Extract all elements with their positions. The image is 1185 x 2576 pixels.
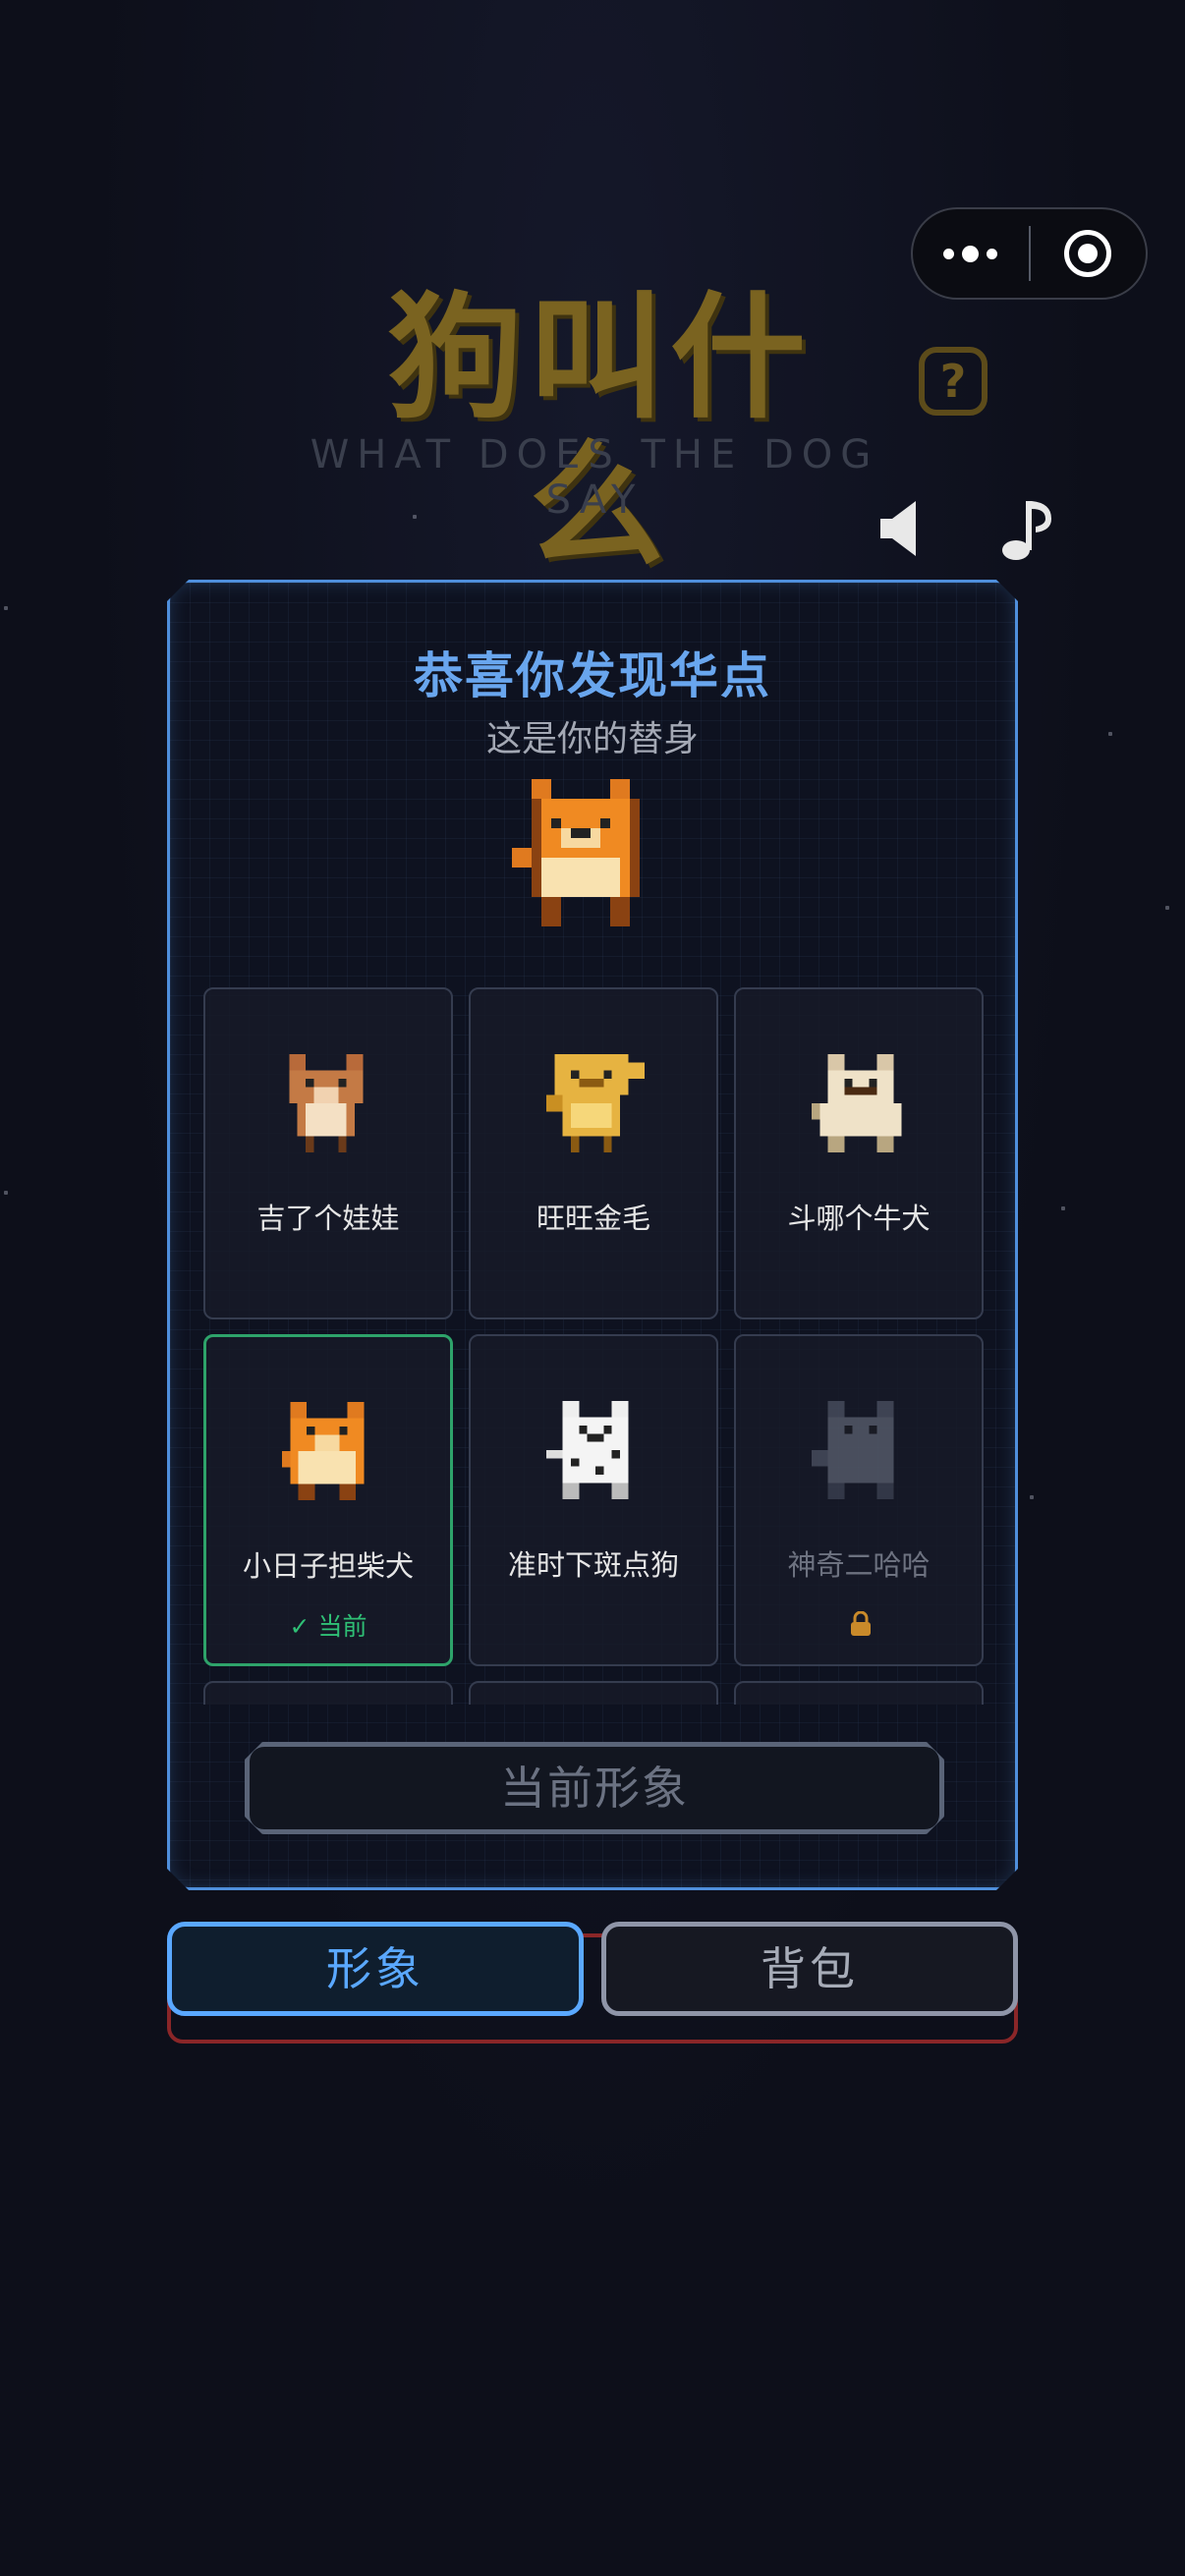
star: [1030, 1495, 1034, 1499]
character-grid: 吉了个娃娃 旺旺金毛 斗哪个牛犬 小日子担柴犬 ✓ 当前 准时下斑点狗 神奇二哈…: [203, 987, 989, 1705]
target-circle-icon: [1064, 230, 1112, 277]
help-button[interactable]: ?: [919, 347, 988, 416]
mini-program-capsule: [911, 207, 1148, 300]
character-name: 旺旺金毛: [536, 1202, 650, 1235]
more-button[interactable]: [913, 209, 1029, 298]
dalmatian-sprite: [546, 1401, 645, 1499]
star: [1061, 1206, 1065, 1210]
character-card[interactable]: 斗哪个牛犬: [734, 987, 984, 1319]
character-card[interactable]: 准时下斑点狗: [469, 1334, 718, 1666]
shiba-sprite: [282, 1402, 380, 1500]
more-dots-icon: [943, 245, 998, 262]
star: [4, 606, 8, 610]
chihuahua-sprite: [281, 1054, 379, 1152]
avatar-panel: 恭喜你发现华点 这是你的替身 吉了个娃娃 旺旺金毛 斗哪个牛犬 小日子担柴犬 ✓…: [167, 580, 1018, 1890]
character-name: 准时下斑点狗: [507, 1548, 679, 1582]
current-avatar-button[interactable]: 当前形象: [245, 1742, 944, 1834]
character-name: 小日子担柴犬: [242, 1549, 414, 1583]
character-card-selected[interactable]: 小日子担柴犬 ✓ 当前: [203, 1334, 453, 1666]
tab-avatar[interactable]: 形象: [167, 1922, 584, 2016]
current-status-label: ✓ 当前: [289, 1612, 367, 1641]
character-card[interactable]: [734, 1681, 984, 1705]
character-card[interactable]: 旺旺金毛: [469, 987, 718, 1319]
speaker-icon[interactable]: [876, 499, 926, 558]
star: [1108, 732, 1112, 736]
character-name: 神奇二哈哈: [787, 1548, 931, 1582]
panel-heading: 恭喜你发现华点: [414, 647, 771, 704]
panel-subheading: 这是你的替身: [485, 719, 699, 759]
music-note-icon[interactable]: [1000, 497, 1059, 564]
husky-sprite: [812, 1401, 910, 1499]
character-name: 吉了个娃娃: [256, 1202, 400, 1235]
character-card-locked[interactable]: 神奇二哈哈: [734, 1334, 984, 1666]
golden-retriever-sprite: [546, 1054, 645, 1152]
lock-icon: [849, 1611, 873, 1637]
tab-bag[interactable]: 背包: [601, 1922, 1018, 2016]
bulldog-sprite: [812, 1054, 910, 1152]
character-card[interactable]: [469, 1681, 718, 1705]
character-card[interactable]: 吉了个娃娃: [203, 987, 453, 1319]
current-avatar-shiba: [512, 779, 649, 926]
character-card[interactable]: [203, 1681, 453, 1705]
character-name: 斗哪个牛犬: [787, 1202, 931, 1235]
close-button[interactable]: [1031, 209, 1147, 298]
game-subtitle: WHAT DOES THE DOG SAY: [310, 432, 879, 523]
star: [4, 1191, 8, 1195]
star: [1165, 906, 1169, 910]
